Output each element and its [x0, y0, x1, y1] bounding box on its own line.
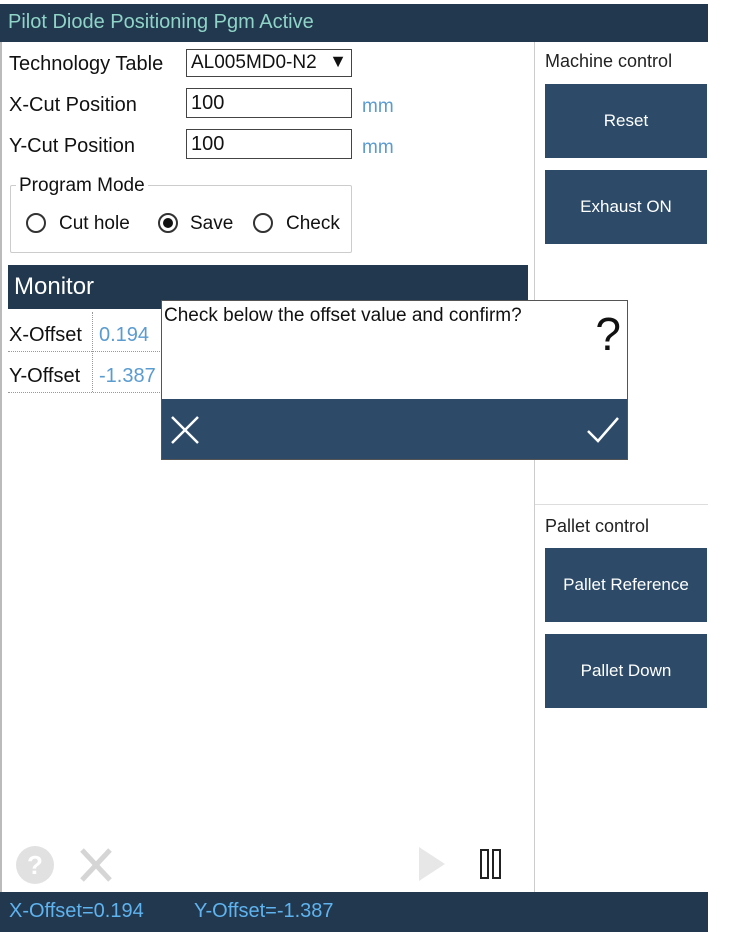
- left-panel: [0, 42, 536, 892]
- monitor-row-divider: [8, 392, 168, 393]
- tech-table-value: AL005MD0-N2: [191, 52, 317, 73]
- status-bar: X-Offset=0.194 Y-Offset=-1.387: [0, 892, 708, 932]
- tech-table-label: Technology Table: [9, 53, 164, 75]
- pallet-down-button[interactable]: Pallet Down: [545, 634, 707, 708]
- ycut-input[interactable]: [186, 129, 352, 159]
- close-icon[interactable]: [168, 413, 202, 447]
- status-x-offset: X-Offset=0.194: [9, 900, 144, 922]
- exhaust-on-button[interactable]: Exhaust ON: [545, 170, 707, 244]
- radio-cut-hole-label: Cut hole: [59, 213, 130, 234]
- x-offset-label: X-Offset: [9, 324, 82, 346]
- dialog-button-bar: [162, 399, 627, 459]
- machine-control-title: Machine control: [545, 51, 673, 71]
- section-divider: [535, 504, 708, 505]
- xcut-input[interactable]: [186, 88, 352, 118]
- radio-check-label: Check: [286, 213, 340, 234]
- pallet-control-title: Pallet control: [545, 516, 650, 536]
- radio-cut-hole[interactable]: [26, 213, 46, 233]
- reset-button[interactable]: Reset: [545, 84, 707, 158]
- pause-icon[interactable]: [478, 848, 504, 880]
- radio-save[interactable]: [158, 213, 178, 233]
- radio-save-label: Save: [190, 213, 234, 234]
- monitor-col-divider: [92, 312, 93, 392]
- monitor-title: Monitor: [14, 273, 95, 300]
- y-offset-value: -1.387: [99, 365, 156, 387]
- dropdown-arrow-icon: ▼: [329, 51, 347, 71]
- question-mark-icon: ?: [595, 308, 621, 360]
- check-icon[interactable]: [585, 415, 621, 445]
- cancel-x-icon[interactable]: [76, 846, 116, 884]
- play-icon[interactable]: [416, 844, 448, 884]
- xcut-label: X-Cut Position: [9, 94, 137, 116]
- confirm-dialog: Check below the offset value and confirm…: [161, 300, 628, 460]
- help-icon[interactable]: ?: [16, 846, 54, 884]
- xcut-unit: mm: [362, 96, 394, 117]
- status-y-offset: Y-Offset=-1.387: [194, 900, 334, 922]
- program-mode-title: Program Mode: [16, 175, 148, 197]
- y-offset-label: Y-Offset: [9, 365, 81, 387]
- x-offset-value: 0.194: [99, 324, 150, 346]
- dialog-message: Check below the offset value and confirm…: [164, 305, 522, 326]
- ycut-label: Y-Cut Position: [9, 135, 135, 157]
- tech-table-select[interactable]: AL005MD0-N2 ▼: [186, 49, 352, 77]
- title-bar: Pilot Diode Positioning Pgm Active: [0, 4, 708, 42]
- radio-check[interactable]: [253, 213, 273, 233]
- pallet-reference-button[interactable]: Pallet Reference: [545, 548, 707, 622]
- ycut-unit: mm: [362, 137, 394, 158]
- monitor-row-divider: [8, 351, 168, 352]
- app-title: Pilot Diode Positioning Pgm Active: [8, 11, 314, 33]
